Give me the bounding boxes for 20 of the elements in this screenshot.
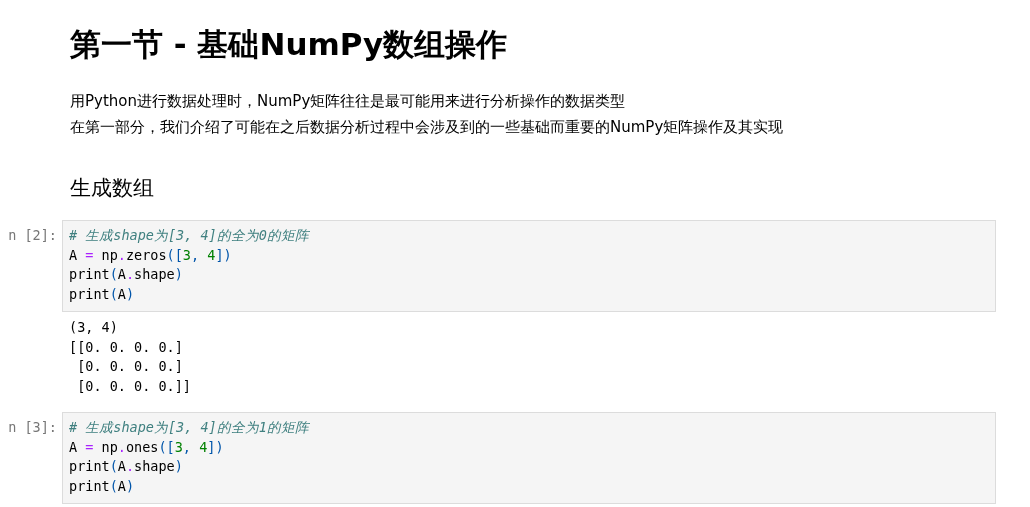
notebook-title: 第一节 - 基础NumPy数组操作 [70, 25, 509, 64]
output-line: (3, 4) [69, 318, 118, 337]
paragraph-line: 在第一部分，我们介绍了可能在之后数据分析过程中会涉及到的一些基础而重要的NumPy矩阵操作及其实现 [70, 117, 784, 138]
code-line: # 生成shape为[3, 4]的全为0的矩阵 [69, 226, 309, 245]
code-line: # 生成shape为[3, 4]的全为1的矩阵 [69, 418, 309, 437]
code-line: print(A) [69, 476, 135, 496]
section-heading: 生成数组 [70, 175, 155, 202]
output-line: [0. 0. 0. 0.]] [76, 376, 191, 396]
output-line: [[0. 0. 0. 0.] [69, 337, 183, 357]
cell-prompt: n [3]: [7, 418, 58, 437]
code-cell[interactable]: # 生成shape为[3, 4]的全为1的矩阵 A = np.ones([3, 4]) print(A.shape) print(A) [62, 412, 996, 504]
code-line: print(A) [69, 284, 135, 304]
output-line: [0. 0. 0. 0.] [76, 357, 183, 376]
code-line: print(A.shape) [69, 265, 183, 284]
code-line: A = np.zeros([3, 4]) [69, 245, 232, 265]
code-line: A = np.ones([3, 4]) [69, 437, 224, 457]
code-line: print(A.shape) [69, 457, 183, 476]
code-cell[interactable]: # 生成shape为[3, 4]的全为0的矩阵 A = np.zeros([3, 4]) print(A.shape) print(A) [62, 220, 996, 312]
paragraph-line: 用Python进行数据处理时，NumPy矩阵往往是最可能用来进行分析操作的数据类型 [70, 91, 626, 112]
cell-prompt: n [2]: [7, 226, 58, 245]
